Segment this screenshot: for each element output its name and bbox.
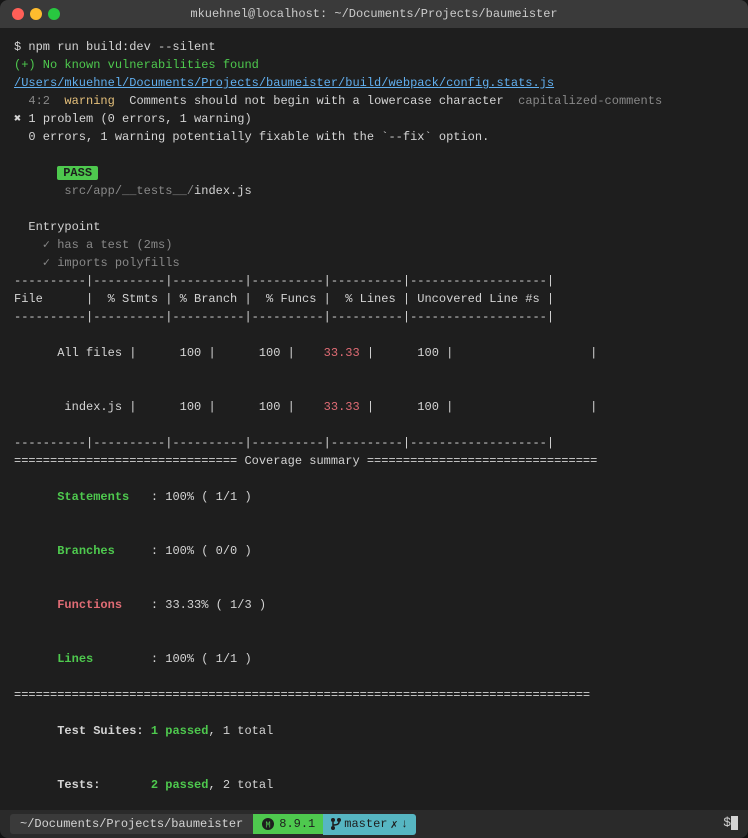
statusbar-branch: master ✗ ↓	[323, 814, 416, 835]
lint-warning: 4:2 warning Comments should not begin wi…	[14, 92, 734, 110]
statusbar-x: ✗	[390, 817, 397, 832]
statusbar-node-version: 8.9.1	[279, 817, 315, 831]
branches-line: Branches : 100% ( 0/0 )	[14, 524, 734, 578]
statements-line: Statements : 100% ( 1/1 )	[14, 470, 734, 524]
npm-command: $ npm run build:dev --silent	[14, 38, 734, 56]
maximize-button[interactable]	[48, 8, 60, 20]
problem-summary: ✖ 1 problem (0 errors, 1 warning)	[14, 110, 734, 128]
functions-line: Functions : 33.33% ( 1/3 )	[14, 578, 734, 632]
table-div-1: ----------|----------|----------|-------…	[14, 272, 734, 290]
statusbar-branch-name: master	[344, 817, 387, 831]
traffic-lights	[12, 8, 60, 20]
coverage-header: =============================== Coverage…	[14, 452, 734, 470]
close-button[interactable]	[12, 8, 24, 20]
tests-line: Tests: 2 passed, 2 total	[14, 758, 734, 810]
branch-icon	[331, 817, 341, 831]
prompt-line: $	[676, 794, 738, 838]
terminal-body[interactable]: $ npm run build:dev --silent (+) No know…	[0, 28, 748, 810]
test-2: ✓ imports polyfills	[14, 254, 734, 272]
svg-text:M: M	[266, 821, 271, 830]
node-icon: M	[261, 817, 275, 831]
file-path: /Users/mkuehnel/Documents/Projects/baume…	[14, 74, 734, 92]
minimize-button[interactable]	[30, 8, 42, 20]
coverage-footer: ========================================…	[14, 686, 734, 704]
cursor	[731, 816, 738, 830]
table-row-index: index.js | 100 | 100 | 33.33 | 100 | |	[14, 380, 734, 434]
pass-line: PASS src/app/__tests__/index.js	[14, 146, 734, 218]
table-div-2: ----------|----------|----------|-------…	[14, 308, 734, 326]
statusbar: ~/Documents/Projects/baumeister M 8.9.1 …	[0, 810, 748, 838]
statusbar-directory: ~/Documents/Projects/baumeister	[10, 814, 253, 834]
statusbar-arrow-down: ↓	[401, 817, 408, 831]
vuln-notice: (+) No known vulnerabilities found	[14, 56, 734, 74]
entrypoint-label: Entrypoint	[14, 218, 734, 236]
test-suites-line: Test Suites: 1 passed, 1 total	[14, 704, 734, 758]
table-div-3: ----------|----------|----------|-------…	[14, 434, 734, 452]
table-header: File | % Stmts | % Branch | % Funcs | % …	[14, 290, 734, 308]
titlebar: mkuehnel@localhost: ~/Documents/Projects…	[0, 0, 748, 28]
lines-line: Lines : 100% ( 1/1 )	[14, 632, 734, 686]
terminal-window: mkuehnel@localhost: ~/Documents/Projects…	[0, 0, 748, 838]
table-row-all: All files | 100 | 100 | 33.33 | 100 | |	[14, 326, 734, 380]
statusbar-node: M 8.9.1	[253, 814, 323, 834]
window-title: mkuehnel@localhost: ~/Documents/Projects…	[190, 7, 557, 21]
test-1: ✓ has a test (2ms)	[14, 236, 734, 254]
pass-badge: PASS	[57, 166, 98, 180]
fix-suggestion: 0 errors, 1 warning potentially fixable …	[14, 128, 734, 146]
